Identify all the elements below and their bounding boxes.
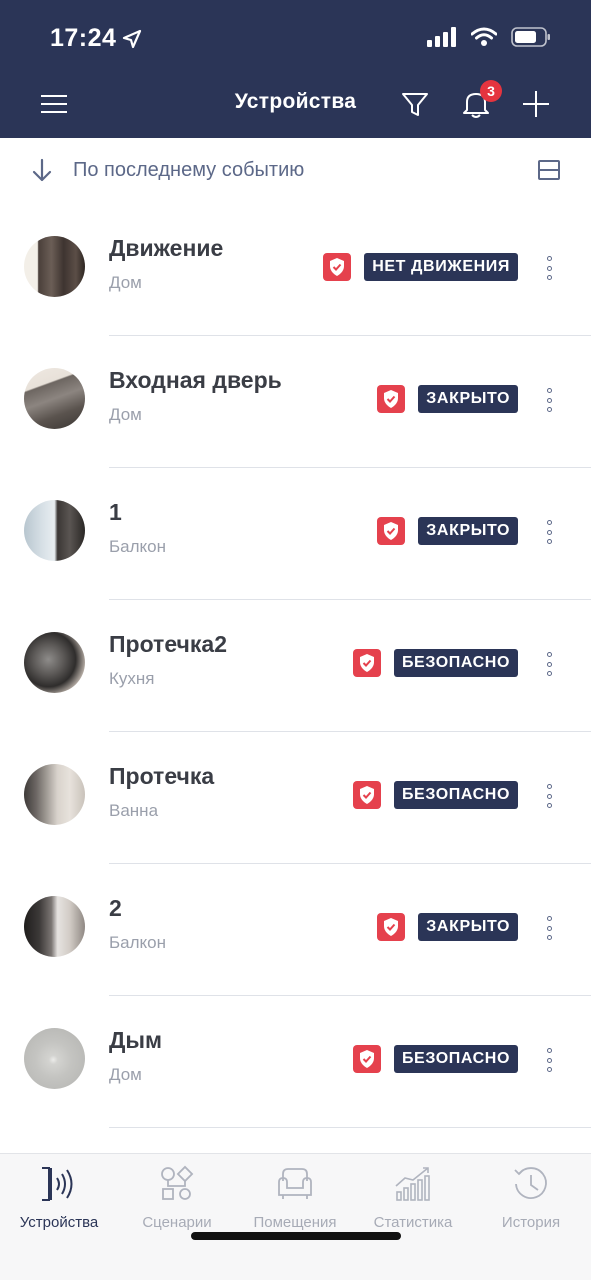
shield-icon <box>352 781 381 809</box>
device-row[interactable]: Входная дверь Дом ЗАКРЫТО <box>0 336 591 468</box>
tab-devices[interactable]: Устройства <box>0 1162 118 1242</box>
device-name: Движение <box>109 235 224 261</box>
status-badge: ЗАКРЫТО <box>418 913 518 941</box>
status-badge: НЕТ ДВИЖЕНИЯ <box>364 253 518 281</box>
status-time-text: 17:24 <box>50 24 117 52</box>
tab-statistics[interactable]: Статистика <box>354 1162 472 1242</box>
device-room: Балкон <box>109 933 167 952</box>
wifi-icon <box>471 27 497 46</box>
status-badge: БЕЗОПАСНО <box>393 781 518 809</box>
shield-icon <box>323 253 352 281</box>
devices-icon <box>42 1167 73 1201</box>
status-badge: ЗАКРЫТО <box>418 517 518 545</box>
device-name: Входная дверь <box>109 367 282 393</box>
tab-bar: Устройства Сценарии Помещения Статистика… <box>0 1153 591 1280</box>
device-list: Движение Дом НЕТ ДВИЖЕНИЯ Входная дверь … <box>0 204 591 1128</box>
scenarios-icon <box>161 1165 194 1200</box>
shield-icon <box>377 913 406 941</box>
device-room: Ванна <box>109 801 159 820</box>
app-header: 17:24 Устройства 3 <box>0 0 591 138</box>
device-row[interactable]: Протечка2 Кухня БЕЗОПАСНО <box>0 600 591 732</box>
home-indicator <box>191 1232 401 1240</box>
more-options-icon[interactable] <box>537 781 561 811</box>
device-room: Балкон <box>109 537 167 556</box>
row-divider <box>109 1127 591 1128</box>
device-room: Дом <box>109 273 142 292</box>
layout-toggle-icon[interactable] <box>537 158 561 182</box>
device-row[interactable]: Движение Дом НЕТ ДВИЖЕНИЯ <box>0 204 591 336</box>
battery-icon <box>511 27 550 47</box>
more-options-icon[interactable] <box>537 253 561 283</box>
device-photo <box>24 500 85 561</box>
tab-label: Сценарии <box>142 1214 212 1231</box>
tab-label: Устройства <box>19 1214 99 1231</box>
more-options-icon[interactable] <box>537 649 561 679</box>
device-name: 1 <box>109 499 122 525</box>
status-badge: БЕЗОПАСНО <box>393 1045 518 1073</box>
notification-badge: 3 <box>480 80 502 102</box>
more-options-icon[interactable] <box>537 385 561 415</box>
shield-icon <box>377 385 406 413</box>
tab-rooms[interactable]: Помещения <box>236 1162 354 1242</box>
device-room: Дом <box>109 1065 142 1084</box>
shield-icon <box>377 517 406 545</box>
plus-icon <box>523 91 549 117</box>
status-badge: ЗАКРЫТО <box>418 385 518 413</box>
shield-icon <box>352 1045 381 1073</box>
tab-scenarios[interactable]: Сценарии <box>118 1162 236 1242</box>
signal-icon <box>427 27 456 47</box>
device-photo <box>24 236 85 297</box>
sort-bar: По последнему событию <box>0 138 591 204</box>
page-title: Устройства <box>234 90 357 113</box>
device-photo <box>24 896 85 957</box>
status-badge: БЕЗОПАСНО <box>393 649 518 677</box>
device-row[interactable]: 2 Балкон ЗАКРЫТО <box>0 864 591 996</box>
device-row[interactable]: Дым Дом БЕЗОПАСНО <box>0 996 591 1128</box>
tab-label: Статистика <box>373 1214 453 1231</box>
device-name: Дым <box>109 1027 163 1053</box>
device-name: Протечка2 <box>109 631 227 657</box>
device-room: Кухня <box>109 669 155 688</box>
history-icon <box>514 1167 547 1199</box>
statistics-icon <box>395 1167 430 1201</box>
device-room: Дом <box>109 405 142 424</box>
tab-label: Помещения <box>253 1214 337 1231</box>
shield-icon <box>352 649 381 677</box>
device-photo <box>24 1028 85 1089</box>
device-row[interactable]: Протечка Ванна БЕЗОПАСНО <box>0 732 591 864</box>
device-name: Протечка <box>109 763 215 789</box>
more-options-icon[interactable] <box>537 1045 561 1075</box>
rooms-icon <box>278 1168 312 1199</box>
notifications-button[interactable]: 3 <box>456 80 502 124</box>
more-options-icon[interactable] <box>537 517 561 547</box>
filter-icon <box>402 93 428 116</box>
sort-direction-icon[interactable] <box>30 158 54 184</box>
device-photo <box>24 764 85 825</box>
device-row[interactable]: 1 Балкон ЗАКРЫТО <box>0 468 591 600</box>
sort-label[interactable]: По последнему событию <box>73 159 304 182</box>
status-bar-indicators <box>427 26 551 48</box>
filter-button[interactable] <box>395 84 435 124</box>
location-arrow-icon <box>123 29 142 48</box>
device-photo <box>24 368 85 429</box>
device-name: 2 <box>109 895 122 921</box>
tab-history[interactable]: История <box>472 1162 590 1242</box>
more-options-icon[interactable] <box>537 913 561 943</box>
status-bar-time: 17:24 <box>50 24 142 53</box>
tab-label: История <box>501 1214 561 1231</box>
device-photo <box>24 632 85 693</box>
add-device-button[interactable] <box>516 84 556 124</box>
